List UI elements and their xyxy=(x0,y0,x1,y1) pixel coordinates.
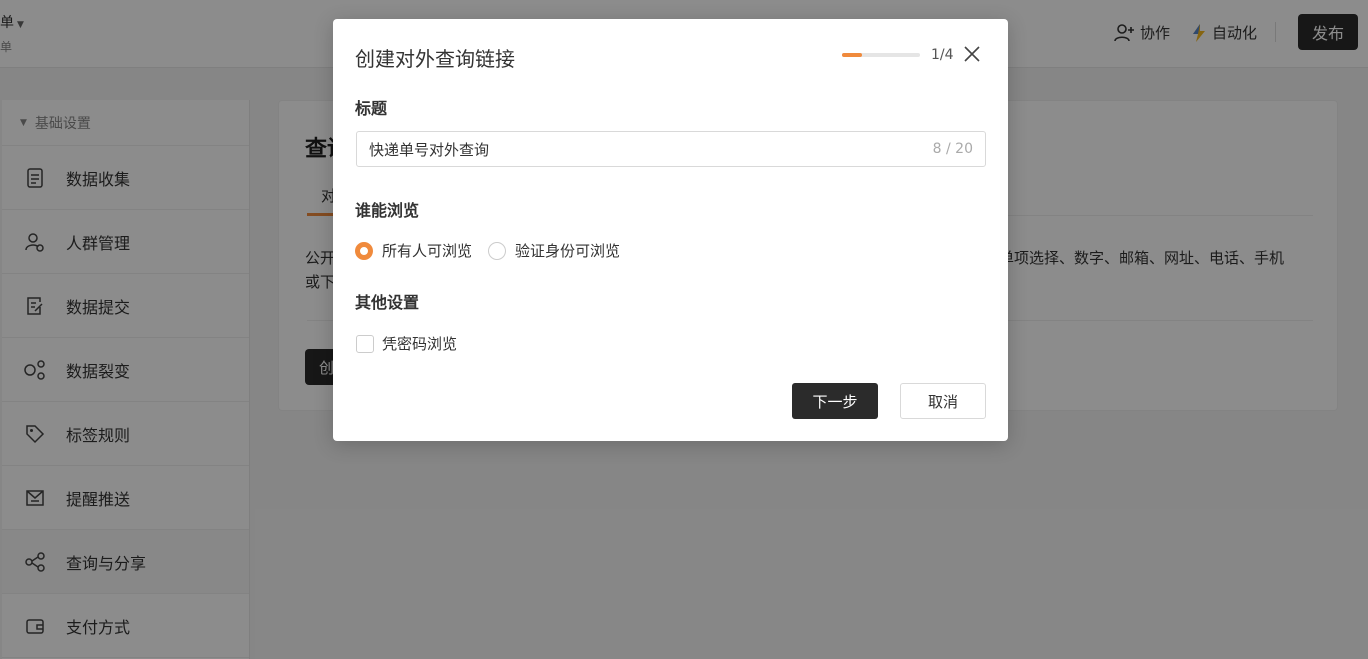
radio-indicator[interactable] xyxy=(488,241,507,260)
other-settings-label: 其他设置 xyxy=(355,293,420,312)
step-progress-fill xyxy=(842,53,862,57)
step-indicator: 1/4 xyxy=(931,47,954,63)
create-query-link-dialog: 创建对外查询链接 1/4 标题 快递单号对外查询 8 / 20 谁能浏览 所有人… xyxy=(333,19,1008,441)
access-radio-group: 所有人可浏览 验证身份可浏览 xyxy=(355,240,636,261)
title-input[interactable]: 快递单号对外查询 8 / 20 xyxy=(356,131,986,167)
dialog-title: 创建对外查询链接 xyxy=(355,47,515,71)
title-input-value[interactable]: 快递单号对外查询 xyxy=(369,139,933,160)
radio-label: 所有人可浏览 xyxy=(382,242,473,260)
radio-everyone[interactable]: 所有人可浏览 xyxy=(355,240,472,261)
close-button[interactable] xyxy=(961,43,983,65)
radio-verified[interactable]: 验证身份可浏览 xyxy=(488,240,620,261)
char-counter: 8 / 20 xyxy=(932,141,973,157)
checkbox-indicator[interactable] xyxy=(356,334,374,353)
radio-label: 验证身份可浏览 xyxy=(515,242,621,260)
next-button[interactable]: 下一步 xyxy=(792,383,878,419)
radio-indicator[interactable] xyxy=(355,241,373,260)
step-progress-bar xyxy=(842,53,920,57)
access-label: 谁能浏览 xyxy=(355,201,420,220)
checkbox-label: 凭密码浏览 xyxy=(382,335,458,353)
close-icon xyxy=(964,46,980,62)
title-field-label: 标题 xyxy=(355,99,388,118)
cancel-button[interactable]: 取消 xyxy=(900,383,986,419)
password-checkbox[interactable]: 凭密码浏览 xyxy=(356,333,457,354)
